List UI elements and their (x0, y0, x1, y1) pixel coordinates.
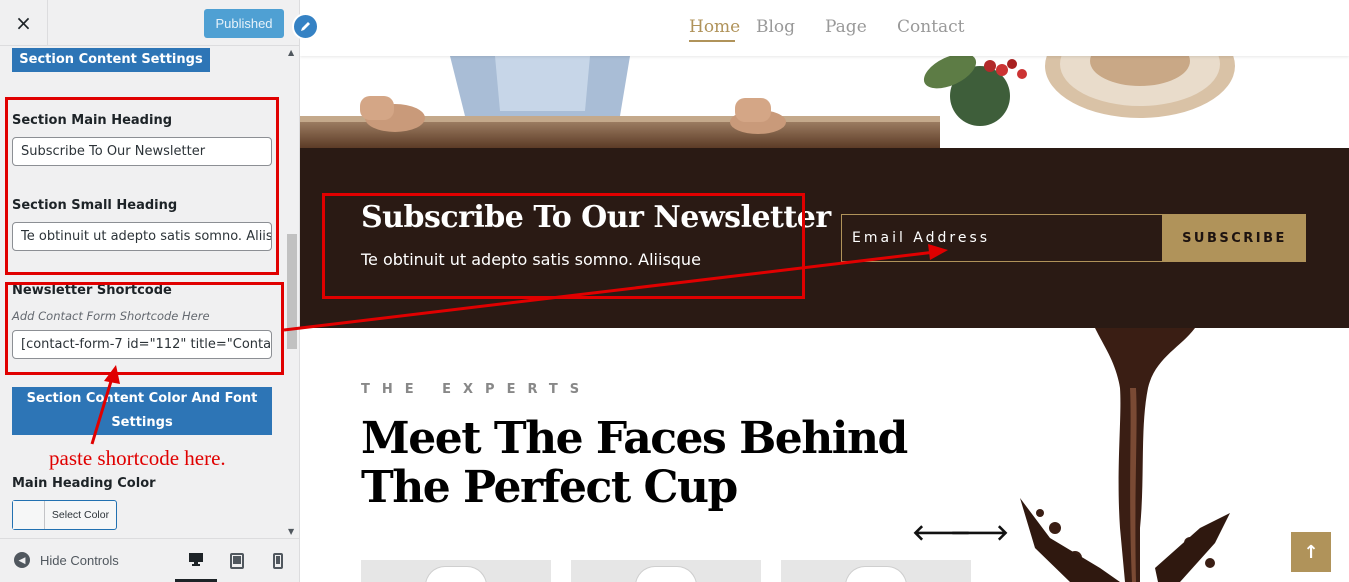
nav-page[interactable]: Page (825, 17, 867, 37)
nav-home[interactable]: Home (689, 17, 740, 37)
nav-contact[interactable]: Contact (897, 17, 965, 37)
scroll-up-icon[interactable]: ▲ (288, 48, 294, 57)
annotation-text: paste shortcode here. (49, 446, 226, 470)
color-font-settings-button[interactable]: Section Content Color And Font Settings (12, 387, 272, 435)
site-nav: Home Blog Page Contact (300, 0, 1349, 56)
annotation-box-newsletter (322, 193, 805, 299)
customizer-footer: ◀ Hide Controls (0, 538, 299, 582)
carousel-next-icon[interactable]: 🡒 (950, 520, 1009, 546)
nav-active-underline (689, 40, 735, 42)
color-swatch (13, 501, 45, 529)
desktop-preview-button[interactable] (175, 539, 217, 582)
close-customizer-button[interactable]: × (0, 0, 48, 46)
expert-card[interactable] (361, 560, 551, 582)
chef-hat-image (635, 566, 697, 582)
experts-title: Meet The Faces Behind The Perfect Cup (361, 413, 908, 513)
hero-image (300, 56, 1349, 148)
scrollbar-thumb[interactable] (287, 234, 297, 349)
chef-hat-image (425, 566, 487, 582)
customizer-header: × Published (0, 0, 299, 46)
tablet-preview-button[interactable] (216, 539, 258, 582)
hide-controls-button[interactable]: ◀ Hide Controls (14, 552, 119, 568)
scroll-down-icon[interactable]: ▼ (288, 527, 294, 536)
published-button[interactable]: Published (204, 9, 284, 38)
edit-shortcut-button[interactable] (292, 13, 319, 40)
hide-controls-label: Hide Controls (40, 552, 119, 568)
tablet-icon (230, 553, 244, 569)
annotation-box-shortcode (5, 282, 284, 375)
sidebar-scrollbar[interactable]: ▲ ▼ (285, 46, 299, 538)
nav-blog[interactable]: Blog (756, 17, 795, 37)
close-icon: × (15, 11, 32, 35)
mobile-icon (273, 553, 283, 569)
collapse-icon: ◀ (14, 552, 30, 568)
select-color-label: Select Color (51, 509, 110, 521)
email-address-input[interactable]: Email Address (841, 214, 1163, 262)
annotation-box-headings (5, 97, 279, 275)
back-to-top-button[interactable]: ↑ (1291, 532, 1331, 572)
main-heading-color-label: Main Heading Color (12, 476, 156, 491)
desktop-icon (189, 552, 203, 566)
expert-card[interactable] (781, 560, 971, 582)
expert-card[interactable] (571, 560, 761, 582)
select-color-button[interactable]: Select Color (12, 500, 117, 530)
section-content-settings-button[interactable]: Section Content Settings (12, 48, 210, 72)
hero-illustration (300, 56, 1349, 148)
pencil-icon (301, 22, 310, 31)
experts-kicker: THE EXPERTS (361, 382, 592, 397)
chef-hat-image (845, 566, 907, 582)
subscribe-button[interactable]: SUBSCRIBE (1163, 214, 1306, 262)
mobile-preview-button[interactable] (257, 539, 299, 582)
